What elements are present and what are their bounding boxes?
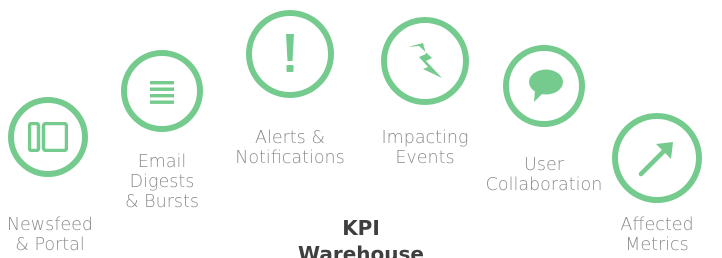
speech-bubble-icon — [529, 69, 563, 102]
email-digest-icon — [150, 81, 174, 104]
affected-metrics-circle — [612, 113, 702, 203]
alerts-notifications-circle — [246, 10, 334, 98]
email-digest-circle — [121, 50, 203, 132]
alert-exclamation-icon — [286, 34, 294, 72]
impacting-events-label: Impacting Events — [381, 128, 469, 168]
kpi-warehouse-title: KPI Warehouse — [0, 215, 722, 258]
warehouse-title-line: Warehouse — [298, 242, 424, 258]
user-collaboration-label: User Collaboration — [485, 155, 603, 195]
newsfeed-portal-icon — [28, 122, 68, 152]
trend-arrow-icon — [638, 142, 673, 177]
alerts-notifications-label: Alerts & Notifications — [235, 128, 345, 168]
lightning-bolt-icon — [408, 43, 442, 78]
email-digest-label: Email Digests & Bursts — [124, 152, 200, 212]
user-collaboration-circle — [503, 45, 585, 127]
kpi-title-line: KPI — [342, 216, 380, 240]
impacting-events-circle — [381, 17, 469, 105]
newsfeed-portal-circle — [8, 97, 88, 177]
feature-diagram: Newsfeed & Portal Email Digests & Bursts… — [0, 0, 722, 258]
